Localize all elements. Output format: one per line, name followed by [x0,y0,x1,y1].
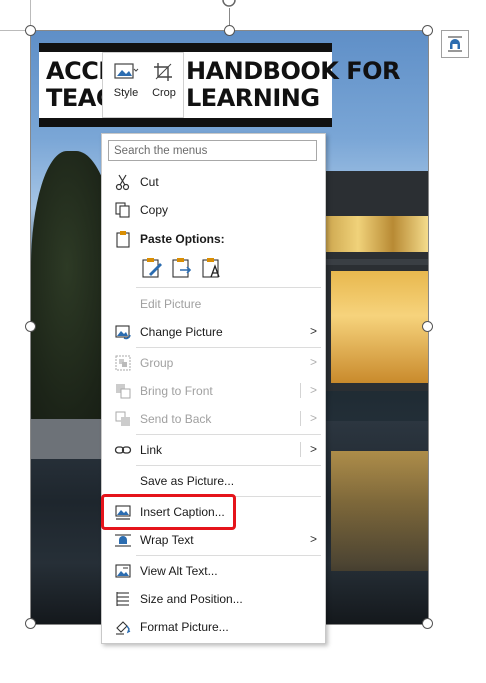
submenu-arrow-icon: > [309,383,317,397]
paste-link-option[interactable] [170,256,194,280]
menu-item-group[interactable]: Group > [102,350,325,376]
mini-toolbar: Style Crop [102,52,184,118]
scissors-icon [115,174,130,191]
link-icon [114,446,132,454]
rotate-handle-icon[interactable] [220,0,238,8]
menu-label-copy: Copy [140,203,169,217]
menu-label-paste-options: Paste Options: [140,232,225,246]
paste-icon [116,231,130,248]
menu-label-edit-picture: Edit Picture [140,297,202,311]
resize-handle-top-right[interactable] [422,25,433,36]
alt-text-icon [115,564,131,578]
bring-front-icon [116,384,131,399]
menu-item-size-and-position[interactable]: Size and Position... [102,586,325,612]
layout-options-icon[interactable] [441,30,469,58]
resize-handle-top-left[interactable] [25,25,36,36]
menu-item-wrap-text[interactable]: Wrap Text > [102,527,325,553]
menu-item-edit-picture[interactable]: Edit Picture [102,291,325,317]
paste-picture-icon [142,258,162,278]
split-divider [300,383,301,398]
menu-label-view-alt-text: View Alt Text... [140,564,218,578]
crop-icon [154,63,172,81]
resize-handle-bottom-left[interactable] [25,618,36,629]
submenu-arrow-icon: > [309,532,317,546]
split-divider [300,411,301,426]
menu-label-send-to-back: Send to Back [140,412,212,426]
submenu-arrow-icon: > [309,411,317,425]
paste-text-icon [202,258,220,278]
group-icon [115,355,131,371]
resize-handle-left[interactable] [25,321,36,332]
menu-item-view-alt-text[interactable]: View Alt Text... [102,558,325,584]
resize-handle-bottom-right[interactable] [422,618,433,629]
menu-item-link[interactable]: Link > [102,437,325,463]
size-position-icon [116,592,129,606]
menu-item-format-picture[interactable]: Format Picture... [102,614,325,640]
menu-separator [136,347,321,348]
search-menus-input[interactable]: Search the menus [108,140,317,161]
menu-separator [136,555,321,556]
menu-label-bring-to-front: Bring to Front [140,384,213,398]
menu-label-size-and-position: Size and Position... [140,592,243,606]
resize-handle-top[interactable] [224,25,235,36]
crop-label: Crop [152,87,176,99]
menu-item-bring-to-front[interactable]: Bring to Front > [102,378,325,404]
paste-picture-option[interactable] [140,256,164,280]
context-menu: Search the menus Cut Copy Paste Options: [101,133,326,644]
menu-label-save-as-picture: Save as Picture... [140,474,235,488]
style-button[interactable]: Style [107,59,145,113]
menu-item-cut[interactable]: Cut [102,169,325,195]
copy-icon [115,202,130,218]
send-back-icon [115,411,130,426]
menu-item-copy[interactable]: Copy [102,197,325,223]
paste-text-option[interactable] [200,256,224,280]
paste-link-icon [172,258,192,278]
split-divider [300,442,301,457]
menu-separator [136,287,321,288]
menu-label-format-picture: Format Picture... [140,620,229,634]
menu-item-change-picture[interactable]: Change Picture > [102,319,325,345]
resize-handle-right[interactable] [422,321,433,332]
menu-label-change-picture: Change Picture [140,325,223,339]
menu-label-wrap-text: Wrap Text [140,533,194,547]
menu-item-save-as-picture[interactable]: Save as Picture... [102,468,325,494]
submenu-arrow-icon: > [309,355,317,369]
style-label: Style [113,87,139,99]
highlight-box-insert-caption [101,494,236,530]
menu-separator [136,434,321,435]
wrap-text-icon [115,534,131,547]
submenu-arrow-icon: > [309,324,317,338]
menu-separator [136,465,321,466]
format-picture-icon [116,621,131,635]
submenu-arrow-icon: > [309,442,317,456]
menu-item-send-to-back[interactable]: Send to Back > [102,406,325,432]
change-picture-icon [115,325,131,340]
menu-label-cut: Cut [140,175,159,189]
menu-paste-options-header: Paste Options: [102,226,325,252]
menu-label-group: Group [140,356,174,370]
menu-label-link: Link [140,443,163,457]
style-icon [114,63,139,79]
crop-button[interactable]: Crop [145,59,183,113]
